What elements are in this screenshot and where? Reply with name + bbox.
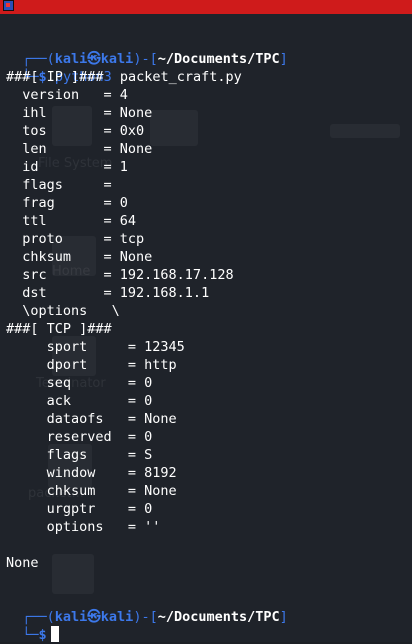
prompt-header: ┌──(kali㉿kali)-[~/Documents/TPC]	[6, 32, 288, 67]
output-line: tos = 0x0	[6, 123, 145, 139]
prompt-bracket-end: ]	[279, 51, 288, 67]
window-titlebar	[0, 0, 412, 14]
terminal-app-icon[interactable]	[3, 0, 14, 11]
output-line: sport = 12345	[6, 339, 185, 355]
output-line: src = 192.168.17.128	[6, 267, 234, 283]
output-line: id = 1	[6, 159, 128, 175]
output-line: \options \	[6, 303, 120, 319]
output-line: options = ''	[6, 519, 161, 535]
output-line: urgptr = 0	[6, 501, 153, 517]
output-line: dst = 192.168.1.1	[6, 285, 210, 301]
output-line: flags = S	[6, 447, 153, 463]
output-line: dport = http	[6, 357, 177, 373]
text-cursor	[50, 626, 59, 642]
prompt-path: ~/Documents/TPC	[157, 609, 280, 625]
prompt-at-symbol: ㉿	[87, 609, 101, 625]
ghost-desktop-icon	[150, 110, 198, 146]
output-line: seq = 0	[6, 375, 153, 391]
ghost-desktop-shape	[330, 124, 400, 138]
prompt-host: kali	[100, 609, 134, 625]
output-line: dataofs = None	[6, 411, 177, 427]
command-argument: packet_craft.py	[119, 69, 242, 85]
output-line: ###[ TCP ]###	[6, 321, 112, 337]
input-line[interactable]: └─$	[6, 608, 59, 643]
ghost-desktop-icon	[52, 554, 94, 594]
output-line: flags =	[6, 177, 112, 193]
prompt-user: kali	[54, 609, 88, 625]
output-line: reserved = 0	[6, 429, 153, 445]
prompt-separator: )-[	[133, 609, 158, 625]
output-line: chksum = None	[6, 483, 177, 499]
prompt-bracket-end: ]	[279, 609, 288, 625]
prompt-corner-bottom: └─	[22, 627, 39, 643]
output-line: ack = 0	[6, 393, 153, 409]
command-line: └─$ python3 packet_craft.py	[6, 50, 242, 85]
output-line: len = None	[6, 141, 153, 157]
output-line: version = 4	[6, 87, 128, 103]
output-line: proto = tcp	[6, 231, 145, 247]
output-line: window = 8192	[6, 465, 177, 481]
output-line: ###[ IP ]###	[6, 69, 104, 85]
output-line: ttl = 64	[6, 213, 137, 229]
output-line: ihl = None	[6, 105, 153, 121]
output-line: chksum = None	[6, 249, 153, 265]
prompt-header-2: ┌──(kali㉿kali)-[~/Documents/TPC]	[6, 590, 288, 625]
output-line: None	[6, 555, 39, 571]
prompt-dollar: $	[38, 627, 47, 643]
output-line: frag = 0	[6, 195, 128, 211]
